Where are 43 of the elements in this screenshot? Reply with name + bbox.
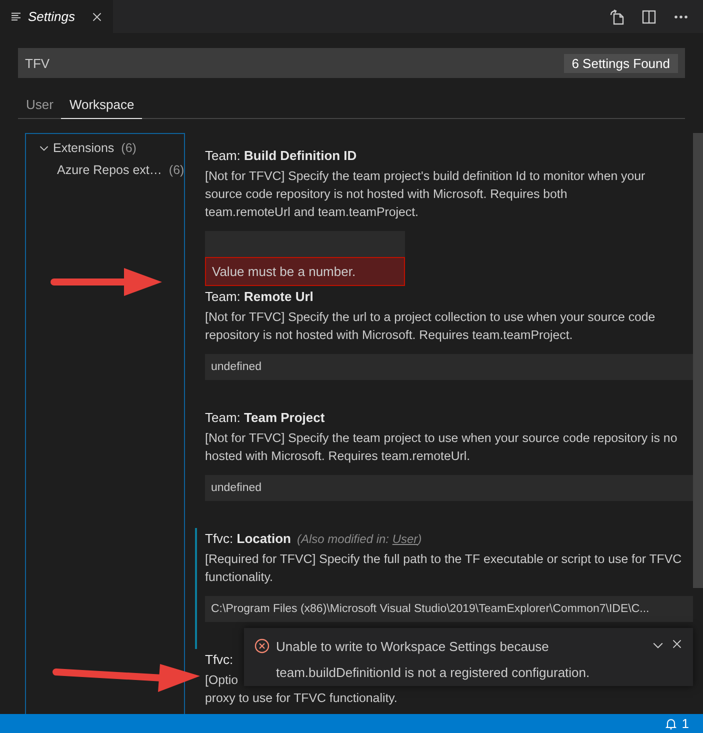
- setting-description: source code repository is not hosted with Microsoft. Requires both: [205, 186, 568, 203]
- setting-description: [Not for TFVC] Specify the url to a project collection to use when your source code: [205, 309, 656, 326]
- toc-count: (6): [121, 141, 136, 155]
- setting-description: repository is not hosted with Microsoft. Requires team.teamProject.: [205, 327, 573, 344]
- toc-count: (6): [168, 163, 184, 177]
- setting-description: [Required for TFVC] Specify the full path to the TF executable or script to use for TFVC: [205, 551, 682, 568]
- search-field[interactable]: TFV 6 Settings Found: [18, 48, 685, 78]
- scope-tab[interactable]: User: [18, 90, 62, 119]
- bell-icon[interactable]: [664, 716, 678, 730]
- setting-description: [Not for TFVC] Specify the team project's build definition Id to monitor when your: [205, 168, 646, 185]
- setting-description: team.remoteUrl and team.teamProject.: [205, 204, 418, 221]
- text-field[interactable]: C:\Program Files (x86)\Microsoft Visual Studio\2019\TeamExplorer\Common7\IDE\C...: [205, 596, 693, 622]
- setting-title: Tfvc:: [205, 651, 234, 669]
- setting-description: hosted with Microsoft. Requires team.remoteUrl.: [205, 448, 470, 465]
- toc-item[interactable]: Extensions: [53, 141, 114, 155]
- scrollbar[interactable]: [693, 133, 703, 588]
- close-icon[interactable]: [91, 10, 103, 22]
- validation-error: Value must be a number.: [205, 257, 405, 286]
- scope-tab[interactable]: Workspace: [61, 90, 142, 119]
- number-field[interactable]: [205, 231, 405, 257]
- editor-tab[interactable]: Settings: [0, 0, 113, 33]
- result-count: 6 Settings Found: [564, 54, 678, 72]
- toc-item[interactable]: Azure Repos ext…: [57, 163, 162, 177]
- user-link[interactable]: User: [392, 532, 418, 546]
- list-icon: [10, 10, 22, 22]
- notification-message: team.buildDefinitionId is not a registered configuration.: [276, 664, 591, 682]
- setting-description: [Not for TFVC] Specify the team project to use when your source code repository is no: [205, 430, 678, 447]
- split-editor-icon[interactable]: [641, 8, 657, 24]
- setting-title: Team: Build Definition ID: [205, 147, 357, 165]
- setting-description: [Optio: [205, 672, 238, 689]
- close-icon[interactable]: [671, 638, 683, 650]
- setting-title: Team: Team Project: [205, 409, 325, 427]
- document-arrow-icon[interactable]: [609, 8, 625, 24]
- text-field[interactable]: undefined: [205, 354, 693, 380]
- setting-title: Tfvc: Location (Also modified in: User): [205, 530, 422, 548]
- notification-message: Unable to write to Workspace Settings because: [276, 638, 550, 656]
- setting-description: proxy to use for TFVC functionality.: [205, 690, 398, 707]
- notification-count[interactable]: 1: [682, 716, 689, 731]
- search-input[interactable]: TFV: [25, 48, 564, 78]
- text-field[interactable]: undefined: [205, 475, 693, 501]
- setting-title: Team: Remote Url: [205, 288, 314, 306]
- setting-description: functionality.: [205, 569, 273, 586]
- error-icon: [254, 638, 270, 654]
